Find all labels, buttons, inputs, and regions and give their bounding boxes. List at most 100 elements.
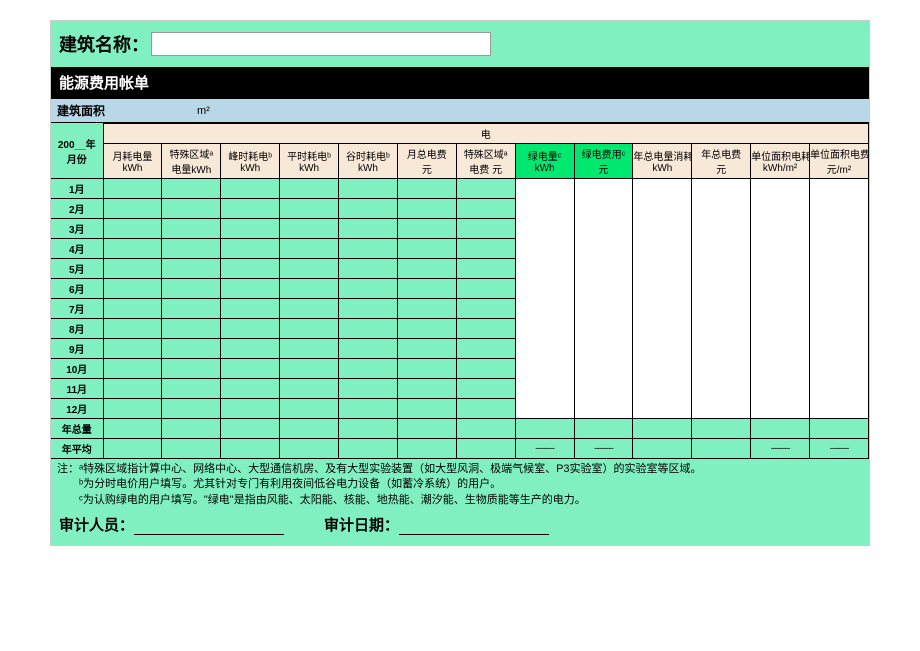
- data-cell[interactable]: [103, 359, 162, 379]
- data-cell[interactable]: [280, 179, 339, 199]
- data-cell[interactable]: [103, 239, 162, 259]
- data-cell[interactable]: [339, 379, 398, 399]
- data-cell[interactable]: [280, 399, 339, 419]
- total-cell[interactable]: [339, 419, 398, 439]
- data-cell[interactable]: [162, 259, 221, 279]
- data-cell[interactable]: [397, 279, 456, 299]
- data-cell[interactable]: [633, 179, 692, 419]
- data-cell[interactable]: [162, 319, 221, 339]
- total-cell[interactable]: [692, 419, 751, 439]
- data-cell[interactable]: [280, 339, 339, 359]
- data-cell[interactable]: [692, 179, 751, 419]
- total-cell[interactable]: [280, 419, 339, 439]
- data-cell[interactable]: [397, 399, 456, 419]
- data-cell[interactable]: [103, 379, 162, 399]
- data-cell[interactable]: [456, 319, 515, 339]
- data-cell[interactable]: [339, 339, 398, 359]
- data-cell[interactable]: [103, 179, 162, 199]
- data-cell[interactable]: [397, 339, 456, 359]
- data-cell[interactable]: [456, 179, 515, 199]
- data-cell[interactable]: [397, 199, 456, 219]
- data-cell[interactable]: [221, 299, 280, 319]
- data-cell[interactable]: [339, 279, 398, 299]
- data-cell[interactable]: [456, 339, 515, 359]
- total-cell[interactable]: [633, 419, 692, 439]
- data-cell[interactable]: [810, 179, 869, 419]
- total-cell[interactable]: [515, 419, 574, 439]
- data-cell[interactable]: [574, 179, 633, 419]
- data-cell[interactable]: [280, 219, 339, 239]
- data-cell[interactable]: [397, 179, 456, 199]
- data-cell[interactable]: [280, 299, 339, 319]
- total-cell[interactable]: [103, 419, 162, 439]
- data-cell[interactable]: [221, 279, 280, 299]
- data-cell[interactable]: [162, 399, 221, 419]
- data-cell[interactable]: [162, 359, 221, 379]
- data-cell[interactable]: [339, 319, 398, 339]
- data-cell[interactable]: [397, 219, 456, 239]
- data-cell[interactable]: [280, 379, 339, 399]
- data-cell[interactable]: [221, 399, 280, 419]
- data-cell[interactable]: [280, 359, 339, 379]
- data-cell[interactable]: [456, 219, 515, 239]
- data-cell[interactable]: [456, 239, 515, 259]
- data-cell[interactable]: [162, 219, 221, 239]
- data-cell[interactable]: [456, 379, 515, 399]
- data-cell[interactable]: [456, 279, 515, 299]
- total-cell[interactable]: [574, 419, 633, 439]
- data-cell[interactable]: [103, 279, 162, 299]
- data-cell[interactable]: [162, 379, 221, 399]
- data-cell[interactable]: [103, 219, 162, 239]
- data-cell[interactable]: [397, 259, 456, 279]
- data-cell[interactable]: [103, 319, 162, 339]
- data-cell[interactable]: [103, 299, 162, 319]
- data-cell[interactable]: [515, 179, 574, 419]
- data-cell[interactable]: [221, 379, 280, 399]
- total-cell[interactable]: [221, 419, 280, 439]
- data-cell[interactable]: [103, 339, 162, 359]
- data-cell[interactable]: [221, 239, 280, 259]
- data-cell[interactable]: [162, 179, 221, 199]
- building-name-input[interactable]: [151, 32, 491, 56]
- data-cell[interactable]: [221, 359, 280, 379]
- data-cell[interactable]: [221, 219, 280, 239]
- data-cell[interactable]: [339, 199, 398, 219]
- data-cell[interactable]: [280, 279, 339, 299]
- total-cell[interactable]: [397, 419, 456, 439]
- data-cell[interactable]: [221, 259, 280, 279]
- data-cell[interactable]: [221, 199, 280, 219]
- data-cell[interactable]: [103, 199, 162, 219]
- data-cell[interactable]: [162, 239, 221, 259]
- data-cell[interactable]: [339, 259, 398, 279]
- data-cell[interactable]: [456, 199, 515, 219]
- data-cell[interactable]: [397, 299, 456, 319]
- data-cell[interactable]: [162, 299, 221, 319]
- data-cell[interactable]: [751, 179, 810, 419]
- data-cell[interactable]: [103, 399, 162, 419]
- data-cell[interactable]: [339, 359, 398, 379]
- data-cell[interactable]: [397, 379, 456, 399]
- total-cell[interactable]: [162, 419, 221, 439]
- data-cell[interactable]: [280, 239, 339, 259]
- data-cell[interactable]: [221, 339, 280, 359]
- data-cell[interactable]: [103, 259, 162, 279]
- data-cell[interactable]: [339, 299, 398, 319]
- total-cell[interactable]: [810, 419, 869, 439]
- data-cell[interactable]: [280, 259, 339, 279]
- total-cell[interactable]: [751, 419, 810, 439]
- data-cell[interactable]: [162, 199, 221, 219]
- data-cell[interactable]: [456, 359, 515, 379]
- total-cell[interactable]: [456, 419, 515, 439]
- data-cell[interactable]: [339, 179, 398, 199]
- data-cell[interactable]: [280, 199, 339, 219]
- data-cell[interactable]: [221, 319, 280, 339]
- data-cell[interactable]: [339, 399, 398, 419]
- data-cell[interactable]: [162, 339, 221, 359]
- data-cell[interactable]: [397, 239, 456, 259]
- audit-date-input-line[interactable]: [399, 521, 549, 535]
- auditor-input-line[interactable]: [134, 521, 284, 535]
- data-cell[interactable]: [339, 239, 398, 259]
- data-cell[interactable]: [397, 319, 456, 339]
- data-cell[interactable]: [162, 279, 221, 299]
- data-cell[interactable]: [456, 259, 515, 279]
